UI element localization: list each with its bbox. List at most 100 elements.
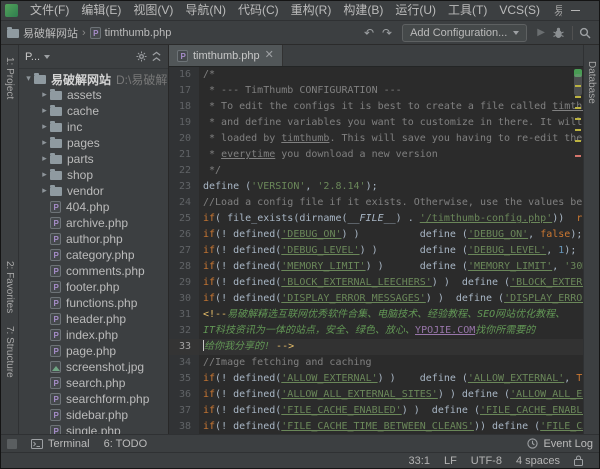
toolwindow-button-structure[interactable]: 7: Structure — [4, 326, 15, 378]
menu-item[interactable]: 重构(R) — [285, 1, 338, 20]
chevron-collapsed-icon[interactable]: ▸ — [39, 138, 50, 148]
minimize-button[interactable] — [562, 1, 589, 20]
toolwindow-button-project[interactable]: 1: Project — [4, 57, 15, 99]
chevron-collapsed-icon[interactable]: ▸ — [39, 154, 50, 164]
tree-item-pages[interactable]: ▸pages — [19, 135, 168, 151]
warning-stripe-mark[interactable] — [575, 140, 581, 142]
code-line[interactable]: 30if(! defined('DISPLAY_ERROR_MESSAGES')… — [169, 291, 583, 307]
code-line[interactable]: 23define ('VERSION', '2.8.14'); — [169, 179, 583, 195]
tree-item-shop[interactable]: ▸shop — [19, 167, 168, 183]
warning-stripe-mark[interactable] — [575, 118, 581, 120]
readonly-toggle[interactable] — [574, 455, 583, 466]
code-line[interactable]: 38if(! defined('FILE_CACHE_TIME_BETWEEN_… — [169, 419, 583, 434]
tree-item-404-php[interactable]: 404.php — [19, 199, 168, 215]
toolwindow-switcher-icon[interactable] — [7, 439, 17, 449]
tree-item-single-php[interactable]: single.php — [19, 423, 168, 434]
code-line[interactable]: 27if(! defined('DEBUG_LEVEL') ) define (… — [169, 243, 583, 259]
navigate-back-icon[interactable]: ↶ — [360, 26, 378, 40]
tree-item-parts[interactable]: ▸parts — [19, 151, 168, 167]
code-line[interactable]: 17 * --- TimThumb CONFIGURATION --- — [169, 83, 583, 99]
navigate-forward-icon[interactable]: ↷ — [378, 26, 396, 40]
editor-scrollbar[interactable] — [573, 67, 583, 434]
tree-item-search-php[interactable]: search.php — [19, 375, 168, 391]
code-editor[interactable]: 16/*17 * --- TimThumb CONFIGURATION ---1… — [169, 67, 583, 434]
code-line[interactable]: 37if(! defined('FILE_CACHE_ENABLED') ) d… — [169, 403, 583, 419]
tree-item-comments-php[interactable]: comments.php — [19, 263, 168, 279]
tree-item-cache[interactable]: ▸cache — [19, 103, 168, 119]
project-view-selector[interactable]: P... — [25, 51, 50, 63]
chevron-expanded-icon[interactable]: ▾ — [23, 74, 34, 84]
code-line[interactable]: 25if( file_exists(dirname(__FILE__) . '/… — [169, 211, 583, 227]
code-line[interactable]: 22 */ — [169, 163, 583, 179]
code-line[interactable]: 33给你我分享的! --> — [169, 339, 583, 355]
maximize-button[interactable] — [589, 1, 600, 20]
warning-stripe-mark[interactable] — [575, 155, 581, 157]
tree-root-row[interactable]: ▾易破解网站D:\易破解 — [19, 71, 168, 87]
code-line[interactable]: 19 * and define variables you want to cu… — [169, 115, 583, 131]
search-everywhere-button[interactable] — [577, 27, 593, 39]
toolwindow-event-log[interactable]: Event Log — [527, 438, 593, 450]
chevron-collapsed-icon[interactable]: ▸ — [39, 186, 50, 196]
menu-item[interactable]: 视图(V) — [127, 1, 179, 20]
warning-stripe-mark[interactable] — [575, 107, 581, 109]
menu-item[interactable]: 导航(N) — [179, 1, 232, 20]
project-settings-button[interactable] — [136, 51, 147, 62]
tree-item-author-php[interactable]: author.php — [19, 231, 168, 247]
code-line[interactable]: 16/* — [169, 67, 583, 83]
run-configuration-select[interactable]: Add Configuration... — [402, 24, 527, 42]
warning-stripe-mark[interactable] — [575, 85, 581, 87]
tree-item-vendor[interactable]: ▸vendor — [19, 183, 168, 199]
tree-item-sidebar-php[interactable]: sidebar.php — [19, 407, 168, 423]
toolwindow-button-favorites[interactable]: 2: Favorites — [4, 261, 15, 313]
indent-setting[interactable]: 4 spaces — [516, 455, 560, 467]
code-line[interactable]: 26if(! defined('DEBUG_ON') ) define ('DE… — [169, 227, 583, 243]
tree-item-inc[interactable]: ▸inc — [19, 119, 168, 135]
tree-item-header-php[interactable]: header.php — [19, 311, 168, 327]
menu-item[interactable]: 运行(U) — [389, 1, 442, 20]
debug-button[interactable] — [549, 27, 568, 39]
tree-item-archive-php[interactable]: archive.php — [19, 215, 168, 231]
tree-item-footer-php[interactable]: footer.php — [19, 279, 168, 295]
menu-item[interactable]: 编辑(E) — [75, 1, 127, 20]
chevron-collapsed-icon[interactable]: ▸ — [39, 106, 50, 116]
code-line[interactable]: 28if(! defined('MEMORY_LIMIT') ) define … — [169, 259, 583, 275]
tree-item-page-php[interactable]: page.php — [19, 343, 168, 359]
code-line[interactable]: 34//Image fetching and caching — [169, 355, 583, 371]
code-line[interactable]: 36if(! defined('ALLOW_ALL_EXTERNAL_SITES… — [169, 387, 583, 403]
menu-item[interactable]: VCS(S) — [493, 1, 546, 20]
tab-timthumb-php[interactable]: timthumb.php ✕ — [169, 45, 283, 66]
toolwindow-terminal[interactable]: Terminal — [31, 438, 90, 450]
tree-item-functions-php[interactable]: functions.php — [19, 295, 168, 311]
tree-item-screenshot-jpg[interactable]: screenshot.jpg — [19, 359, 168, 375]
chevron-collapsed-icon[interactable]: ▸ — [39, 90, 50, 100]
code-line[interactable]: 18 * To edit the configs it is best to c… — [169, 99, 583, 115]
code-line[interactable]: 35if(! defined('ALLOW_EXTERNAL') ) defin… — [169, 371, 583, 387]
code-line[interactable]: 31<!--易破解精选互联网优秀软件合集、电脑技术、经验教程、SEO网站优化教程… — [169, 307, 583, 323]
caret-position[interactable]: 33:1 — [409, 455, 430, 467]
tree-item-assets[interactable]: ▸assets — [19, 87, 168, 103]
code-line[interactable]: 29if(! defined('BLOCK_EXTERNAL_LEECHERS'… — [169, 275, 583, 291]
code-line[interactable]: 24//Load a config file if it exists. Oth… — [169, 195, 583, 211]
tree-item-index-php[interactable]: index.php — [19, 327, 168, 343]
chevron-collapsed-icon[interactable]: ▸ — [39, 170, 50, 180]
menu-item[interactable]: 工具(T) — [442, 1, 493, 20]
warning-stripe-mark[interactable] — [575, 96, 581, 98]
file-encoding[interactable]: UTF-8 — [471, 455, 502, 467]
code-line[interactable]: 32IT科技资讯为一体的站点，安全、绿色、放心、YPOJIE.COM找你所需要的 — [169, 323, 583, 339]
run-button[interactable]: ▶ — [533, 27, 549, 38]
toolwindow-button-database[interactable]: Database — [586, 61, 597, 104]
breadcrumb-item[interactable]: timthumb.php — [90, 27, 172, 39]
menu-item[interactable]: 构建(B) — [337, 1, 389, 20]
menu-item[interactable]: 代码(C) — [232, 1, 285, 20]
line-separator[interactable]: LF — [444, 455, 457, 467]
breadcrumb-item[interactable]: 易破解网站 — [7, 25, 78, 41]
close-tab-icon[interactable]: ✕ — [265, 50, 274, 61]
warning-stripe-mark[interactable] — [575, 129, 581, 131]
menu-item[interactable]: 文件(F) — [24, 1, 75, 20]
toolwindow-todo[interactable]: 6: TODO — [104, 438, 148, 450]
code-line[interactable]: 20 * loaded by timthumb. This will save … — [169, 131, 583, 147]
code-line[interactable]: 21 * everytime you download a new versio… — [169, 147, 583, 163]
collapse-all-button[interactable] — [151, 51, 162, 62]
tree-item-category-php[interactable]: category.php — [19, 247, 168, 263]
chevron-collapsed-icon[interactable]: ▸ — [39, 122, 50, 132]
